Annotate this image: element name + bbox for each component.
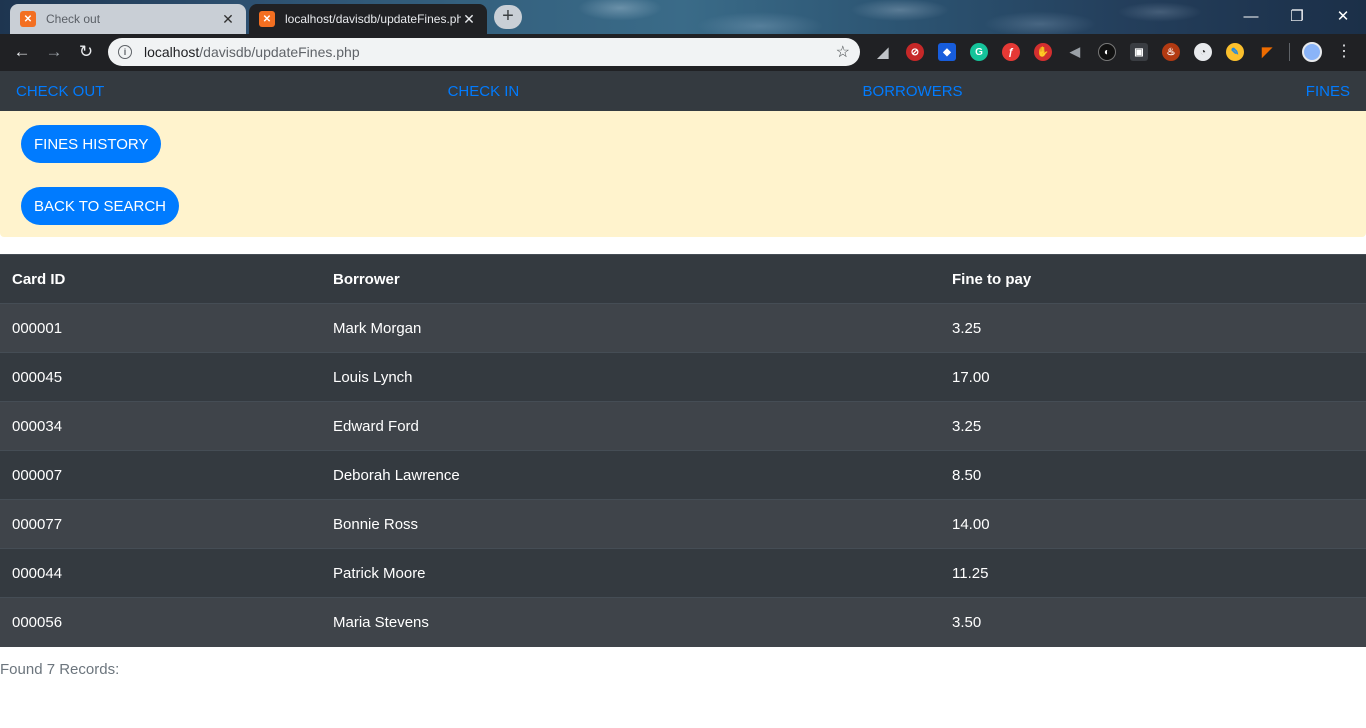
card-id-cell: 000056 bbox=[0, 597, 321, 647]
address-bar[interactable]: i localhost/davisdb/updateFines.php ☆ bbox=[108, 38, 860, 66]
shield-icon[interactable]: ▣ bbox=[1130, 43, 1148, 61]
toolbar-separator bbox=[1289, 43, 1290, 61]
table-row[interactable]: 000056 Maria Stevens 3.50 bbox=[0, 597, 1366, 647]
fine-cell: 14.00 bbox=[940, 499, 1366, 549]
tab-close-icon[interactable]: ✕ bbox=[220, 11, 236, 28]
nav-link-check-out[interactable]: CHECK OUT bbox=[16, 83, 104, 100]
block-icon[interactable]: ⊘ bbox=[906, 43, 924, 61]
megaphone-icon[interactable]: ◤ bbox=[1258, 43, 1276, 61]
site-info-icon[interactable]: i bbox=[118, 45, 132, 59]
fine-cell: 11.25 bbox=[940, 548, 1366, 598]
tab-close-icon[interactable]: ✕ bbox=[461, 11, 477, 28]
back-to-search-button[interactable]: BACK TO SEARCH bbox=[21, 187, 179, 225]
close-window-icon[interactable]: ✕ bbox=[1320, 0, 1366, 32]
address-url[interactable]: localhost/davisdb/updateFines.php bbox=[144, 44, 836, 60]
xampp-icon: ✕ bbox=[20, 11, 36, 27]
fine-cell: 3.50 bbox=[940, 597, 1366, 647]
browser-titlebar: ✕ Check out ✕ ✕ localhost/davisdb/update… bbox=[0, 0, 1366, 34]
card-id-cell: 000034 bbox=[0, 401, 321, 451]
audio-icon[interactable]: ◀ bbox=[1066, 43, 1084, 61]
card-id-cell: 000045 bbox=[0, 352, 321, 402]
table-row[interactable]: 000001 Mark Morgan 3.25 bbox=[0, 303, 1366, 353]
table-row[interactable]: 000007 Deborah Lawrence 8.50 bbox=[0, 450, 1366, 500]
nav-link-check-in[interactable]: CHECK IN bbox=[448, 83, 520, 100]
borrower-cell: Bonnie Ross bbox=[321, 499, 940, 549]
compass-icon[interactable]: ◔ bbox=[1194, 43, 1212, 61]
borrower-cell: Mark Morgan bbox=[321, 303, 940, 353]
borrower-cell: Patrick Moore bbox=[321, 548, 940, 598]
dark-mode-icon[interactable]: ◐ bbox=[1098, 43, 1116, 61]
tab-title: localhost/davisdb/updateFines.php bbox=[285, 12, 461, 26]
card-id-cell: 000001 bbox=[0, 303, 321, 353]
stop-hand-icon[interactable]: ✋ bbox=[1034, 43, 1052, 61]
table-row[interactable]: 000077 Bonnie Ross 14.00 bbox=[0, 499, 1366, 549]
fines-table-container: Card ID Borrower Fine to pay 000001 Mark… bbox=[0, 254, 1366, 647]
fines-history-button[interactable]: FINES HISTORY bbox=[21, 125, 162, 163]
bookmark-star-icon[interactable]: ☆ bbox=[836, 42, 850, 62]
borrower-cell: Deborah Lawrence bbox=[321, 450, 940, 500]
card-id-cell: 000077 bbox=[0, 499, 321, 549]
xampp-icon: ✕ bbox=[259, 11, 275, 27]
fines-table: Card ID Borrower Fine to pay 000001 Mark… bbox=[0, 254, 1366, 647]
fine-cell: 3.25 bbox=[940, 303, 1366, 353]
fire-icon[interactable]: ♨ bbox=[1162, 43, 1180, 61]
browser-menu-icon[interactable]: ⋮ bbox=[1336, 42, 1352, 62]
browser-tab-check-out[interactable]: ✕ Check out ✕ bbox=[10, 4, 246, 34]
flash-icon[interactable]: ƒ bbox=[1002, 43, 1020, 61]
table-row[interactable]: 000034 Edward Ford 3.25 bbox=[0, 401, 1366, 451]
grammarly-icon[interactable]: G bbox=[970, 43, 988, 61]
card-id-cell: 000007 bbox=[0, 450, 321, 500]
borrower-cell: Edward Ford bbox=[321, 401, 940, 451]
nav-link-fines[interactable]: FINES bbox=[1306, 83, 1350, 100]
shark-icon[interactable]: ◢ bbox=[874, 43, 892, 61]
minimize-icon[interactable]: — bbox=[1228, 0, 1274, 32]
fine-cell: 8.50 bbox=[940, 450, 1366, 500]
fine-cell: 17.00 bbox=[940, 352, 1366, 402]
borrower-cell: Louis Lynch bbox=[321, 352, 940, 402]
fine-cell: 3.25 bbox=[940, 401, 1366, 451]
tab-title: Check out bbox=[46, 12, 101, 26]
action-panel: FINES HISTORY BACK TO SEARCH bbox=[0, 111, 1366, 237]
column-header-borrower: Borrower bbox=[321, 254, 940, 304]
browser-tab-update-fines[interactable]: ✕ localhost/davisdb/updateFines.php ✕ bbox=[249, 4, 487, 34]
borrower-cell: Maria Stevens bbox=[321, 597, 940, 647]
card-id-cell: 000044 bbox=[0, 548, 321, 598]
new-tab-button[interactable]: + bbox=[494, 5, 522, 29]
nav-link-borrowers[interactable]: BORROWERS bbox=[863, 83, 963, 100]
browser-toolbar: ← → ↻ i localhost/davisdb/updateFines.ph… bbox=[0, 34, 1366, 71]
reload-icon[interactable]: ↻ bbox=[74, 40, 98, 64]
column-header-fine: Fine to pay bbox=[940, 254, 1366, 304]
table-row[interactable]: 000044 Patrick Moore 11.25 bbox=[0, 548, 1366, 598]
color-picker-icon[interactable]: ✎ bbox=[1226, 43, 1244, 61]
profile-avatar[interactable] bbox=[1302, 42, 1322, 62]
column-header-card-id: Card ID bbox=[0, 254, 321, 304]
table-row[interactable]: 000045 Louis Lynch 17.00 bbox=[0, 352, 1366, 402]
restore-icon[interactable]: ❐ bbox=[1274, 0, 1320, 32]
table-header-row: Card ID Borrower Fine to pay bbox=[0, 254, 1366, 304]
forward-icon[interactable]: → bbox=[42, 40, 66, 64]
bitwarden-icon[interactable]: ◆ bbox=[938, 43, 956, 61]
record-count: Found 7 Records: bbox=[0, 661, 120, 678]
site-navbar: CHECK OUT CHECK IN BORROWERS FINES bbox=[0, 71, 1366, 111]
back-icon[interactable]: ← bbox=[10, 40, 34, 64]
